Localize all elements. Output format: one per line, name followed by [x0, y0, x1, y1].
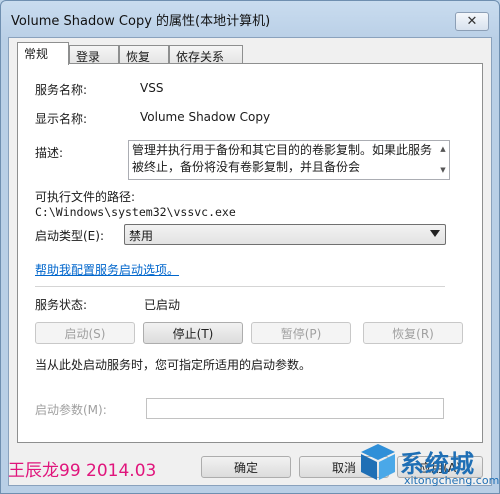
pause-button[interactable]: 暂停(P) — [251, 322, 351, 344]
author-watermark: 王辰龙99 2014.03 — [8, 461, 157, 481]
tab-recovery[interactable]: 恢复 — [119, 45, 169, 64]
cancel-button-label: 取消 — [331, 460, 356, 475]
ok-button[interactable]: 确定 — [201, 456, 291, 478]
tab-general-label: 常规 — [24, 47, 49, 61]
site-logo: 系统城 xitongcheng.com — [358, 440, 500, 494]
scroll-up-icon[interactable]: ▲ — [440, 141, 445, 158]
tab-logon[interactable]: 登录 — [69, 45, 119, 64]
dialog-client-area: 常规 登录 恢复 依存关系 服务名称: VSS 显示名称: Volume Sha… — [8, 37, 492, 486]
chevron-down-icon — [430, 230, 440, 237]
display-name-label: 显示名称: — [35, 112, 88, 126]
help-configure-link[interactable]: 帮助我配置服务启动选项。 — [35, 261, 179, 278]
startup-type-value: 禁用 — [129, 229, 154, 243]
properties-dialog: Volume Shadow Copy 的属性(本地计算机) ✕ 常规 登录 恢复… — [0, 0, 500, 494]
service-name-value: VSS — [140, 81, 164, 95]
start-params-input[interactable] — [146, 398, 444, 419]
startup-type-select[interactable]: 禁用 — [124, 224, 446, 245]
general-tab-panel: 服务名称: VSS 显示名称: Volume Shadow Copy 描述: 管… — [17, 63, 483, 443]
service-status-label: 服务状态: — [35, 298, 88, 312]
tab-logon-label: 登录 — [76, 50, 101, 64]
stop-button[interactable]: 停止(T) — [143, 322, 243, 344]
resume-button[interactable]: 恢复(R) — [363, 322, 463, 344]
start-params-hint: 当从此处启动服务时，您可指定所适用的启动参数。 — [35, 358, 312, 372]
pause-button-label: 暂停(P) — [280, 326, 322, 341]
startup-type-label: 启动类型(E): — [35, 229, 104, 243]
tab-general[interactable]: 常规 — [17, 42, 69, 65]
scroll-down-icon[interactable]: ▼ — [440, 162, 445, 179]
description-scrollbar[interactable]: ▲ ▼ — [437, 141, 449, 179]
logo-icon — [361, 444, 395, 480]
logo-url: xitongcheng.com — [404, 474, 500, 487]
title-bar[interactable]: Volume Shadow Copy 的属性(本地计算机) ✕ — [1, 1, 499, 37]
tab-dependencies-label: 依存关系 — [176, 50, 225, 64]
stop-button-label: 停止(T) — [172, 326, 214, 341]
tab-dependencies[interactable]: 依存关系 — [169, 45, 243, 64]
tab-recovery-label: 恢复 — [126, 50, 151, 64]
description-text: 管理并执行用于备份和其它目的的卷影复制。如果此服务被终止，备份将没有卷影复制，并… — [132, 143, 433, 174]
start-button-label: 启动(S) — [64, 326, 106, 341]
executable-path-label: 可执行文件的路径: — [35, 190, 136, 204]
start-button[interactable]: 启动(S) — [35, 322, 135, 344]
resume-button-label: 恢复(R) — [392, 326, 434, 341]
window-title: Volume Shadow Copy 的属性(本地计算机) — [11, 14, 271, 29]
display-name-value: Volume Shadow Copy — [140, 110, 271, 124]
close-icon: ✕ — [466, 14, 478, 29]
description-box[interactable]: 管理并执行用于备份和其它目的的卷影复制。如果此服务被终止，备份将没有卷影复制，并… — [128, 140, 450, 180]
ok-button-label: 确定 — [233, 460, 258, 475]
description-label: 描述: — [35, 146, 64, 160]
close-button[interactable]: ✕ — [455, 12, 489, 31]
start-params-label: 启动参数(M): — [35, 403, 107, 417]
executable-path-value: C:\Windows\system32\vssvc.exe — [35, 205, 236, 219]
service-status-value: 已启动 — [144, 298, 181, 312]
divider — [35, 286, 445, 287]
service-name-label: 服务名称: — [35, 83, 88, 97]
